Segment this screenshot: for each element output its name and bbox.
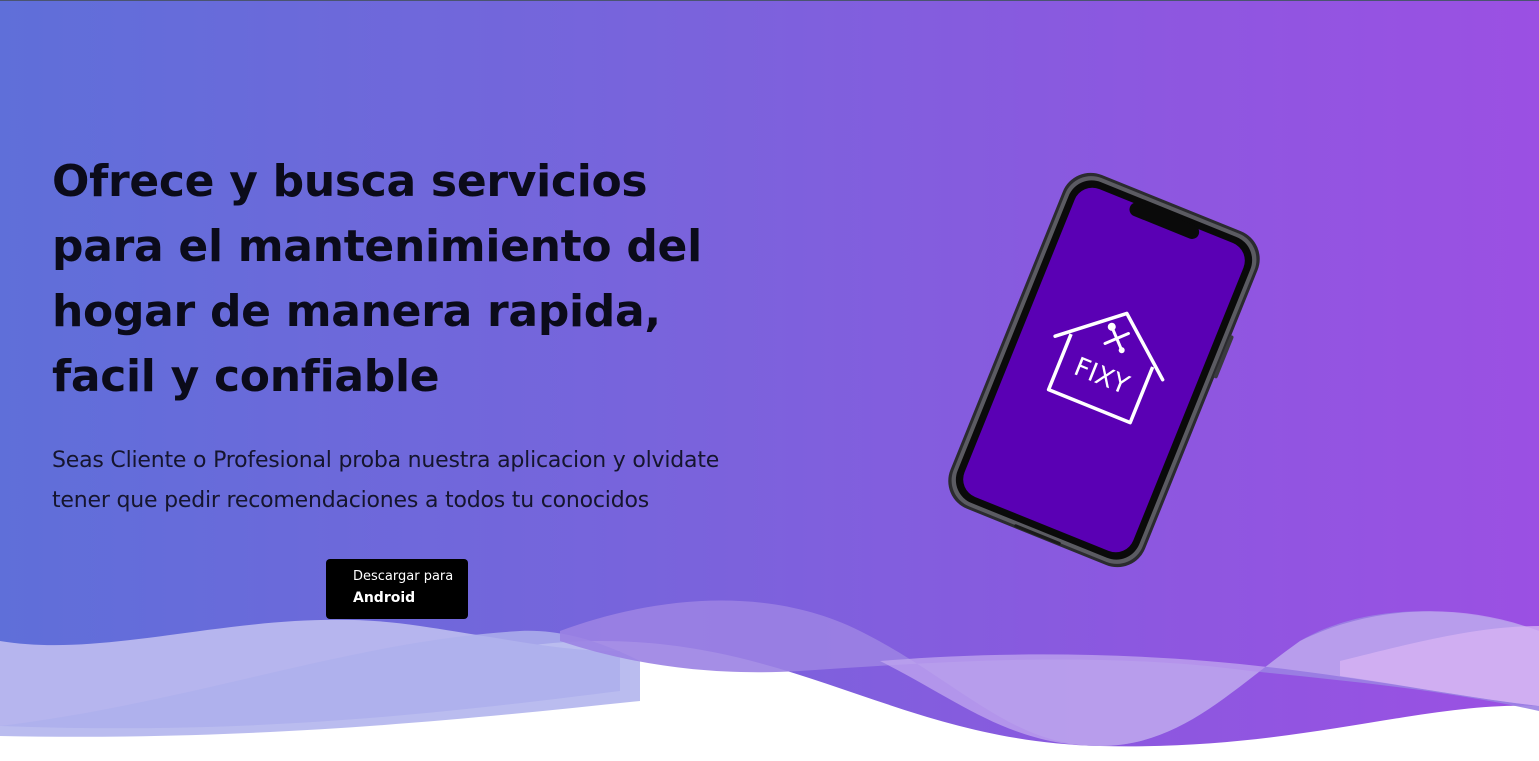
phone-mockup: FIXY (948, 172, 1260, 568)
hero-headline: Ofrece y busca servicios para el manteni… (52, 156, 702, 402)
download-button-platform-label: Android (353, 590, 416, 606)
phone-illustration: FIXY (948, 172, 1260, 568)
hero-subtitle: Seas Cliente o Profesional proba nuestra… (52, 448, 720, 513)
download-android-button[interactable]: Descargar para Android (326, 559, 468, 619)
download-button-pre-label: Descargar para (353, 569, 454, 584)
hero-section: Ofrece y busca servicios para el manteni… (0, 0, 1539, 761)
